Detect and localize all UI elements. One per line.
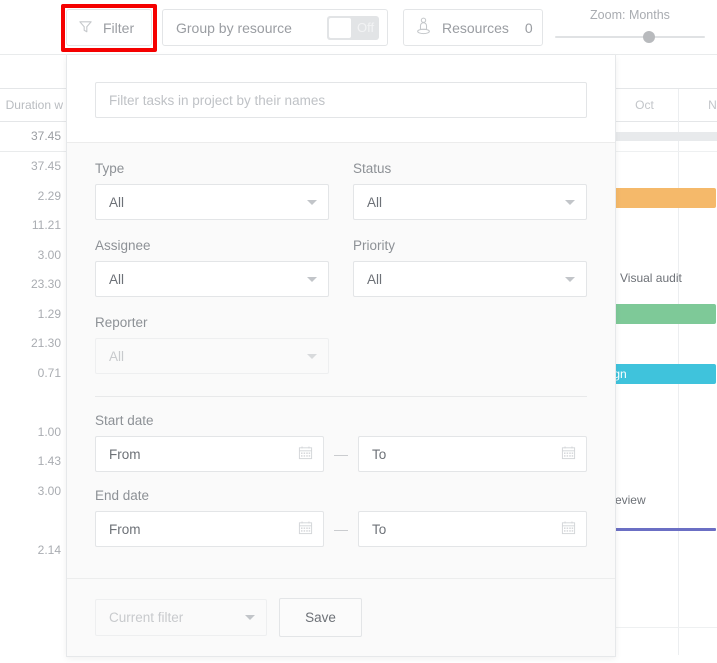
filter-section-divider: [95, 396, 587, 397]
grid-row[interactable]: 11.21: [0, 211, 67, 241]
resources-count: 0: [524, 19, 533, 36]
field-label-priority: Priority: [353, 238, 396, 253]
priority-select[interactable]: All: [353, 261, 587, 297]
type-select-value: All: [109, 194, 125, 210]
filter-search-input[interactable]: [95, 82, 587, 118]
chevron-down-icon: [565, 276, 575, 282]
grid-row[interactable]: 2.29: [0, 181, 67, 211]
grid-row[interactable]: [0, 388, 67, 418]
priority-select-value: All: [367, 271, 383, 287]
end-date-from-input[interactable]: From: [95, 511, 324, 547]
resources-button[interactable]: Resources 0: [403, 9, 543, 46]
start-date-from-value: From: [109, 446, 141, 462]
zoom-slider-thumb[interactable]: [643, 31, 655, 43]
calendar-icon[interactable]: [298, 445, 313, 463]
chevron-down-icon: [307, 199, 317, 205]
filter-field-start-date: Start date From — To: [95, 413, 587, 472]
gantt-grid-panel: Duration w 37.45 37.45 2.29 11.21 3.00 2…: [0, 88, 68, 655]
end-date-to-value: To: [372, 521, 387, 537]
gantt-toolbar: Filter Group by resource Off Resources 0…: [0, 0, 717, 55]
gantt-milestone-line[interactable]: [608, 528, 716, 531]
funnel-icon: [78, 19, 93, 37]
timeline-month-oct: Oct: [610, 89, 678, 122]
end-date-row: From — To: [95, 511, 587, 547]
calendar-icon[interactable]: [561, 445, 576, 463]
column-header-duration[interactable]: Duration w: [6, 98, 63, 112]
grid-row[interactable]: 21.30: [0, 329, 67, 359]
grid-row[interactable]: 1.29: [0, 299, 67, 329]
chevron-down-icon: [307, 276, 317, 282]
gantt-label-visual-audit: Visual audit: [620, 271, 682, 285]
grid-row[interactable]: 0.71: [0, 358, 67, 388]
start-date-row: From — To: [95, 436, 587, 472]
zoom-slider-track[interactable]: [555, 36, 705, 38]
group-by-resource-button[interactable]: Group by resource Off: [162, 9, 388, 46]
timeline-month-nov: N: [678, 89, 717, 122]
end-date-to-input[interactable]: To: [358, 511, 587, 547]
field-label-start-date: Start date: [95, 413, 154, 428]
filter-field-reporter: Reporter All: [95, 315, 329, 374]
zoom-slider[interactable]: [555, 30, 705, 44]
current-filter-value: Current filter: [109, 610, 184, 625]
calendar-icon[interactable]: [298, 520, 313, 538]
filter-field-priority: Priority All: [353, 238, 587, 297]
grid-header-row: Duration w: [0, 88, 67, 122]
end-date-from-value: From: [109, 521, 141, 537]
grid-row[interactable]: 3.00: [0, 240, 67, 270]
start-date-from-input[interactable]: From: [95, 436, 324, 472]
toggle-state-label: Off: [357, 20, 375, 35]
group-by-resource-label: Group by resource: [176, 19, 292, 36]
field-label-assignee: Assignee: [95, 238, 151, 253]
filter-field-type: Type All: [95, 161, 329, 220]
grid-row[interactable]: 23.30: [0, 270, 67, 300]
filter-field-end-date: End date From — To: [95, 488, 587, 547]
grid-row[interactable]: 1.00: [0, 417, 67, 447]
status-select[interactable]: All: [353, 184, 587, 220]
grid-rows: 37.45 37.45 2.29 11.21 3.00 23.30 1.29 2…: [0, 122, 67, 565]
filter-popup-panel: Type All Status All Assignee All: [66, 55, 616, 657]
grid-row[interactable]: 37.45: [0, 152, 67, 182]
filter-field-assignee: Assignee All: [95, 238, 329, 297]
field-label-end-date: End date: [95, 488, 150, 503]
field-label-reporter: Reporter: [95, 315, 148, 330]
grid-row[interactable]: 2.14: [0, 535, 67, 565]
group-by-resource-toggle[interactable]: Off: [327, 15, 379, 40]
chevron-down-icon: [245, 615, 255, 620]
assignee-select[interactable]: All: [95, 261, 329, 297]
grid-row[interactable]: 3.00: [0, 476, 67, 506]
filter-field-spacer: [353, 315, 587, 374]
start-date-to-input[interactable]: To: [358, 436, 587, 472]
chevron-down-icon: [565, 199, 575, 205]
status-select-value: All: [367, 194, 383, 210]
zoom-level-label: Zoom: Months: [590, 8, 670, 22]
field-label-status: Status: [353, 161, 392, 176]
toggle-knob: [329, 17, 351, 38]
field-label-type: Type: [95, 161, 125, 176]
zoom-control[interactable]: Zoom: Months: [555, 6, 705, 50]
save-button[interactable]: Save: [279, 598, 362, 637]
resources-button-label: Resources: [442, 19, 509, 36]
filter-fields-area: Type All Status All Assignee All Priorit…: [67, 143, 615, 578]
chevron-down-icon: [307, 353, 317, 359]
filter-search-area: [67, 55, 615, 143]
filter-field-status: Status All: [353, 161, 587, 220]
filter-button[interactable]: Filter: [66, 9, 152, 46]
reporter-select-value: All: [109, 348, 125, 364]
filter-button-label: Filter: [103, 19, 135, 36]
grid-row[interactable]: [0, 506, 67, 536]
start-date-to-value: To: [372, 446, 387, 462]
calendar-icon[interactable]: [561, 520, 576, 538]
filter-field-grid: Type All Status All Assignee All Priorit…: [95, 161, 587, 392]
assignee-select-value: All: [109, 271, 125, 287]
start-date-separator: —: [334, 446, 348, 462]
person-resource-icon: [415, 17, 432, 39]
end-date-separator: —: [334, 521, 348, 537]
grid-row[interactable]: 1.43: [0, 447, 67, 477]
current-filter-select[interactable]: Current filter: [95, 599, 267, 636]
filter-popup-footer: Current filter Save: [67, 578, 615, 656]
reporter-select: All: [95, 338, 329, 374]
grid-row[interactable]: 37.45: [0, 122, 67, 152]
type-select[interactable]: All: [95, 184, 329, 220]
